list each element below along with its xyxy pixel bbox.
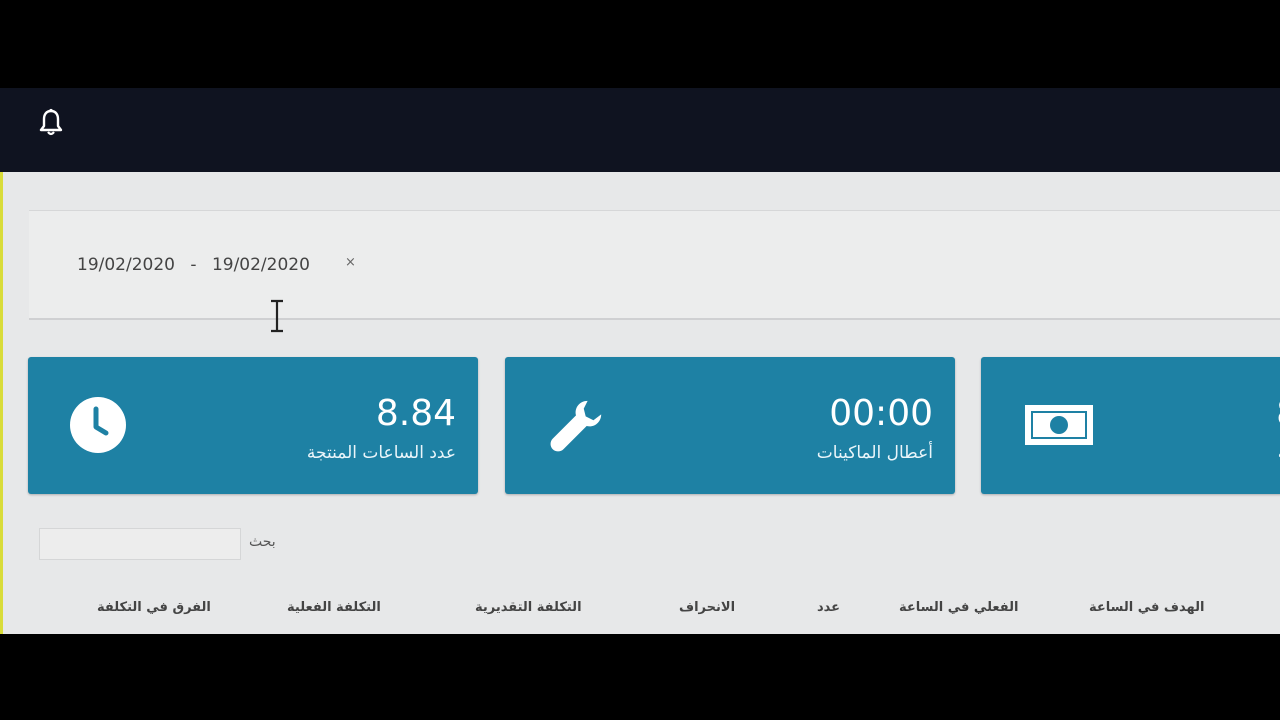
date-range-picker[interactable]: 19/02/2020 - 19/02/2020 xyxy=(77,255,310,277)
bell-icon[interactable] xyxy=(38,108,64,138)
filter-panel: 19/02/2020 - 19/02/2020 × xyxy=(29,210,1280,333)
clock-icon xyxy=(70,397,126,453)
card-value: 00:00 xyxy=(829,393,933,434)
date-from[interactable]: 19/02/2020 xyxy=(77,255,175,275)
wrench-icon xyxy=(550,400,602,452)
top-navbar xyxy=(0,88,1280,172)
column-header[interactable]: التكلفة التقديرية xyxy=(475,600,582,615)
text-cursor-icon xyxy=(271,299,283,333)
clear-date-button[interactable]: × xyxy=(345,255,356,270)
stat-card-machine-faults[interactable]: 00:00 أعطال الماكينات xyxy=(505,357,955,494)
date-to[interactable]: 19/02/2020 xyxy=(212,255,310,275)
column-header[interactable]: عدد xyxy=(817,600,840,615)
main-content: 19/02/2020 - 19/02/2020 × 8.84 عدد الساع… xyxy=(0,172,1280,634)
card-value: 8 xyxy=(1276,393,1280,434)
search-input[interactable] xyxy=(39,528,241,560)
stat-card-production-hours[interactable]: 8.84 عدد الساعات المنتجة xyxy=(28,357,478,494)
card-value: 8.84 xyxy=(375,393,456,434)
money-icon xyxy=(1025,405,1093,445)
card-label: أعطال الماكينات xyxy=(816,443,933,463)
date-separator: - xyxy=(190,255,197,275)
search-label: بحث xyxy=(249,534,276,550)
stat-card-cost[interactable]: 8 فة xyxy=(981,357,1280,494)
column-header[interactable]: الفعلي في الساعة xyxy=(899,600,1018,615)
column-header[interactable]: التكلفة الفعلية xyxy=(287,600,381,615)
column-header[interactable]: الهدف في الساعة xyxy=(1089,600,1204,615)
column-header[interactable]: الفرق في التكلفة xyxy=(97,600,211,615)
column-header[interactable]: الانحراف xyxy=(679,600,735,615)
card-label: عدد الساعات المنتجة xyxy=(306,443,456,463)
